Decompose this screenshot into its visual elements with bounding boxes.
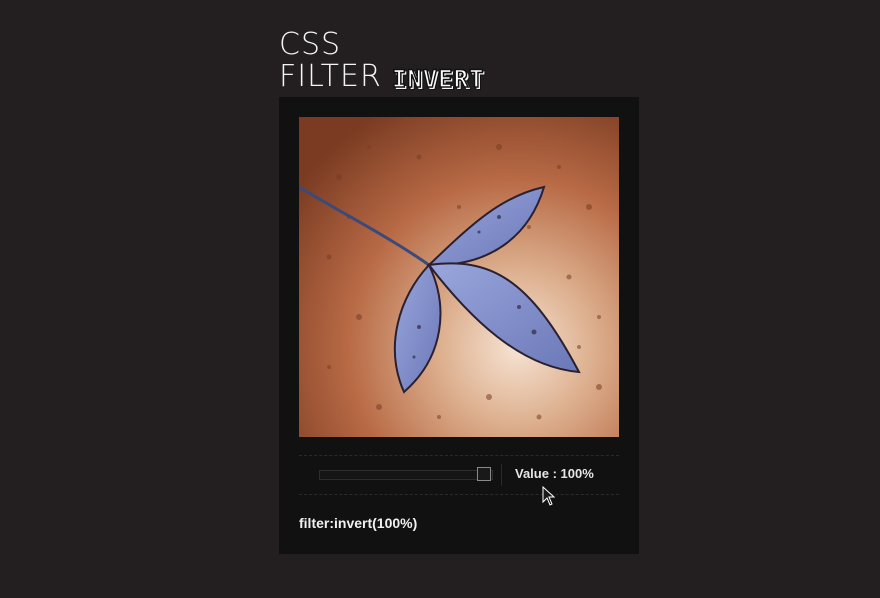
title-filter: FILTER: [279, 59, 382, 94]
mouse-pointer-icon: [542, 486, 556, 506]
title-line2: FILTER INVERT: [279, 59, 485, 94]
invert-slider-thumb[interactable]: [477, 467, 491, 481]
css-code: filter:invert(100%): [299, 515, 418, 531]
title-css: CSS: [279, 27, 342, 62]
divider: [501, 464, 502, 486]
title-invert: INVERT: [391, 65, 485, 93]
page-title: CSS FILTER INVERT: [279, 27, 485, 94]
filter-controls: Value : 100%: [299, 455, 619, 495]
value-label: Value : 100%: [515, 466, 594, 481]
inverted-leaf-image: [299, 117, 619, 437]
leaf-icon: [299, 117, 619, 437]
invert-slider-track[interactable]: [319, 470, 493, 480]
demo-panel: Value : 100% filter:invert(100%): [279, 97, 639, 554]
